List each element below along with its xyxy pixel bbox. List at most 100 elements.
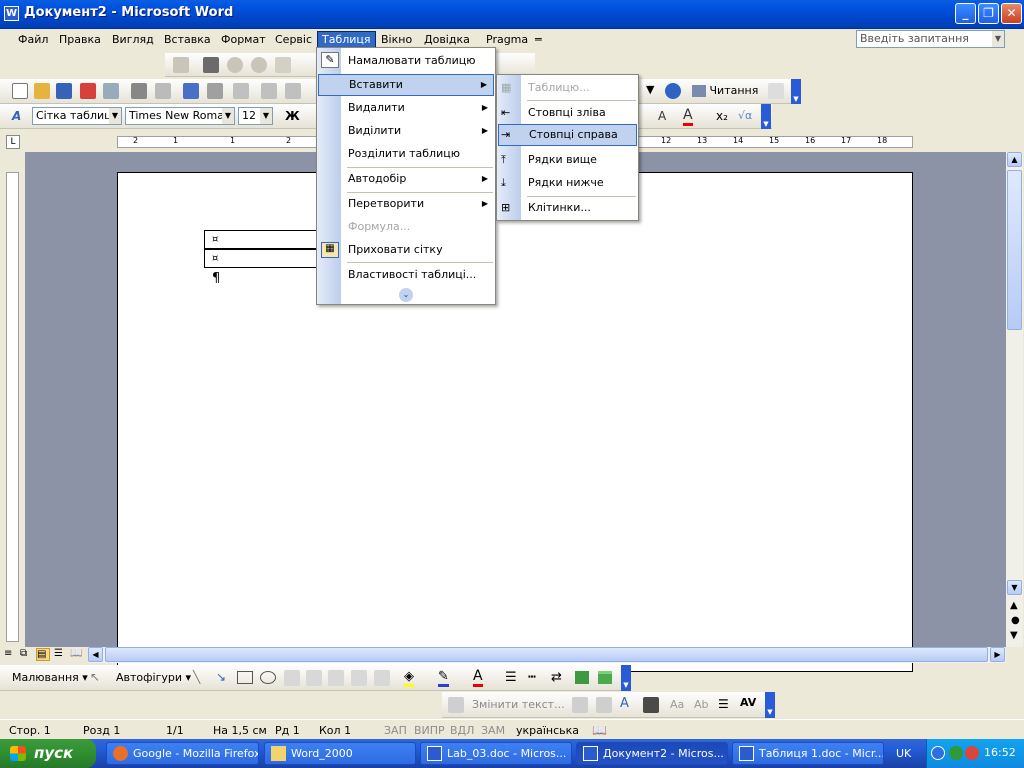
email-icon[interactable] [103,83,119,99]
menu-item-hide-gridlines[interactable]: Приховати сітку [318,239,494,261]
submenu-item-table[interactable]: Таблицю... [498,77,637,99]
style-combo[interactable]: Сітка таблиці ▼ [32,107,122,125]
read-button[interactable]: Читання [710,84,759,97]
status-language[interactable]: українська [516,723,579,738]
arrow-style-icon[interactable]: ⇄ [551,670,562,685]
font-color-icon[interactable]: A [683,107,693,126]
tray-opera-icon[interactable] [965,746,979,760]
submenu-item-cells[interactable]: Клітинки... [498,197,637,219]
dash-style-icon[interactable]: ┅ [528,670,536,685]
toolbar-chevron-icon[interactable]: ▼ [761,104,771,129]
reading-view-icon[interactable]: 📖 [70,648,84,661]
char-spacing-icon[interactable]: AV [740,696,756,709]
shadow-icon[interactable] [575,671,589,684]
alignment-icon[interactable]: ☰ [718,697,729,711]
menu-file[interactable]: Файл [14,32,52,48]
title-bar[interactable]: W Документ2 - Microsoft Word _ ❐ ✕ [0,0,1024,29]
split-icon[interactable] [275,57,291,73]
print-view-icon[interactable]: ▤ [36,648,50,661]
close-button[interactable]: ✕ [1001,3,1022,24]
shading-icon[interactable] [227,57,243,73]
status-rec[interactable]: ЗАП [384,723,407,738]
fill-color-icon[interactable]: ◈ [404,669,414,687]
browse-object-icon[interactable]: ● [1011,615,1020,626]
insert-table-icon[interactable] [203,57,219,73]
menu-item-split-table[interactable]: Розділити таблицю [318,143,494,165]
menu-pragma[interactable]: Pragma [482,32,532,48]
chevron-down-icon[interactable]: ▼ [260,108,272,124]
minimize-button[interactable]: _ [955,3,976,24]
word-app-icon[interactable]: W [4,6,19,21]
oval-icon[interactable] [260,671,276,684]
arrow-icon[interactable]: ↘ [216,670,226,684]
wordart-icon[interactable] [306,670,322,686]
line-color-icon[interactable]: ✎ [438,669,449,687]
taskbar-item-folder[interactable]: Word_2000 [264,742,416,765]
taskbar-item-lab03[interactable]: Lab_03.doc - Micros... [420,742,572,765]
menu-item-select[interactable]: Виділити ▶ [318,120,494,142]
menu-item-formula[interactable]: Формула... [318,216,494,238]
line-icon[interactable]: ╲ [193,670,200,684]
scroll-down-icon[interactable]: ▼ [1007,580,1022,595]
spelling-icon[interactable] [183,83,199,99]
vertical-ruler[interactable] [6,172,19,642]
scroll-left-icon[interactable]: ◀ [88,647,103,662]
research-icon[interactable] [207,83,223,99]
vertical-scrollbar[interactable]: ▲ ▼ ▲ ● ▼ [1006,152,1023,647]
zoom-dropdown[interactable]: ▼ [646,82,660,100]
scroll-up-icon[interactable]: ▲ [1007,152,1022,167]
start-button[interactable]: пуск [0,739,96,768]
textbox-icon[interactable] [284,670,300,686]
menu-edit[interactable]: Правка [55,32,105,48]
menu-window[interactable]: Вікно [377,32,416,48]
chevron-down-icon[interactable]: ▼ [992,31,1004,47]
format-wordart-icon[interactable] [596,697,612,713]
horizontal-scrollbar[interactable]: ◀ ▶ [88,647,1006,663]
copy-icon[interactable] [261,83,277,99]
open-icon[interactable] [34,83,50,99]
autoshapes-menu-button[interactable]: Автофігури ▾ [116,671,191,684]
font-size-combo[interactable]: 12 ▼ [238,107,273,125]
grow-font-icon[interactable]: A [658,109,666,123]
font-color-icon[interactable]: A [473,668,483,687]
menu-item-delete[interactable]: Видалити ▶ [318,97,494,119]
paste-icon[interactable] [285,83,301,99]
save-icon[interactable] [56,83,72,99]
line-style-icon[interactable]: ☰ [505,670,517,685]
submenu-item-rows-below[interactable]: Рядки нижче [498,172,637,194]
select-objects-icon[interactable]: ↖ [90,670,100,684]
chevron-down-icon[interactable]: ▼ [109,108,121,124]
taskbar-item-document2[interactable]: Документ2 - Micros... [576,742,728,765]
normal-view-icon[interactable]: ≡ [4,648,18,661]
draw-menu-button[interactable]: Малювання ▾ [12,671,88,684]
styles-icon[interactable]: A [12,109,28,125]
scroll-right-icon[interactable]: ▶ [990,647,1005,662]
menu-format[interactable]: Формат [217,32,270,48]
help-icon[interactable] [665,83,681,99]
clipart-icon[interactable] [351,670,367,686]
print-preview-icon[interactable] [155,83,171,99]
toolbar-chevron-icon[interactable]: ▼ [621,665,631,691]
tray-arrow-icon[interactable] [931,746,945,760]
font-combo[interactable]: Times New Roman ▼ [125,107,235,125]
print-icon[interactable] [131,83,147,99]
toolbar-chevron-icon[interactable]: ▼ [765,692,775,718]
same-height-icon[interactable]: Aa [670,698,684,711]
language-indicator[interactable]: UK [896,747,911,760]
draw-table-icon[interactable] [173,57,189,73]
spelling-status-icon[interactable]: 📖 [592,723,607,738]
web-view-icon[interactable]: ⧉ [20,648,34,661]
menu-item-draw-table[interactable]: Намалювати таблицю [318,50,494,72]
hscroll-thumb[interactable] [105,647,988,662]
menu-item-convert[interactable]: Перетворити ▶ [318,193,494,215]
menu-help[interactable]: Довідка [420,32,474,48]
submenu-item-rows-above[interactable]: Рядки вище [498,149,637,171]
tab-selector-icon[interactable]: L [6,135,20,149]
table-cell[interactable]: ¤ [204,249,319,268]
scroll-thumb[interactable] [1007,170,1022,330]
menu-view[interactable]: Вигляд [108,32,158,48]
menu-item-autofit[interactable]: Автодобір ▶ [318,168,494,190]
status-ovr[interactable]: ЗАМ [481,723,505,738]
restore-button[interactable]: ❐ [978,3,999,24]
show-hide-icon[interactable] [768,83,784,99]
